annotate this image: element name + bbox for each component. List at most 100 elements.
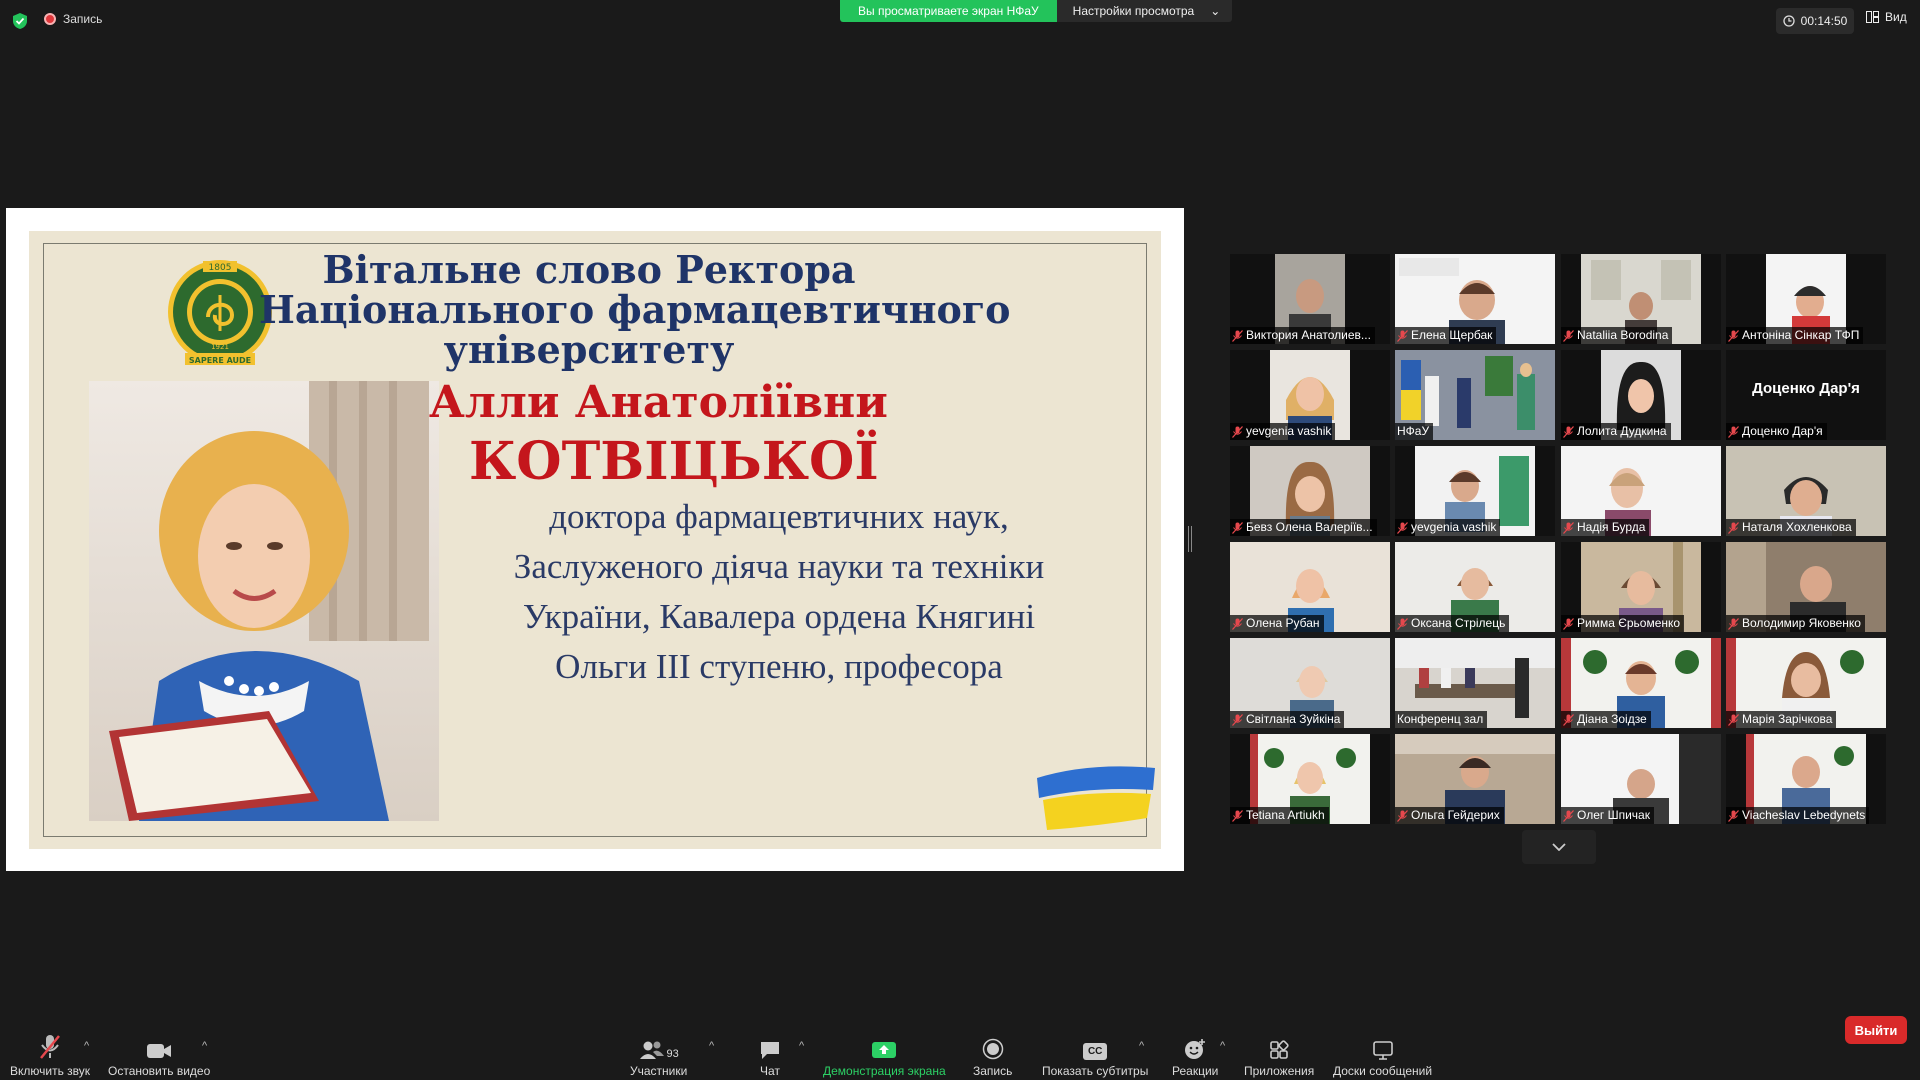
participant-tile-active-speaker[interactable]: НФаУ <box>1395 350 1555 440</box>
participant-name: Римма Єрьоменко <box>1577 616 1681 630</box>
apps-label: Приложения <box>1244 1064 1315 1078</box>
mic-muted-icon <box>1563 329 1574 342</box>
view-options-dropdown[interactable]: Настройки просмотра ⌄ <box>1056 0 1233 22</box>
participant-name: Viacheslav Lebedynets <box>1742 808 1866 822</box>
apps-icon <box>1270 1040 1289 1059</box>
participant-tile[interactable]: Конференц зал <box>1395 638 1555 728</box>
mic-muted-icon <box>1728 425 1739 438</box>
view-options-label: Настройки просмотра <box>1072 4 1195 18</box>
video-options-caret-icon[interactable]: ^ <box>202 1040 207 1052</box>
participant-name-tag: Конференц зал <box>1395 711 1488 728</box>
recording-label: Запись <box>63 12 103 26</box>
mic-muted-icon <box>1728 521 1739 534</box>
participant-tile[interactable]: Лолита Дудкина <box>1561 350 1721 440</box>
mic-muted-icon <box>1563 809 1574 822</box>
clock-icon <box>1782 15 1795 27</box>
slide-desc-line-4: Ольги ІІІ ступеню, професора <box>555 647 1003 686</box>
record-label: Запись <box>973 1064 1013 1078</box>
meeting-timer[interactable]: 00:14:50 <box>1776 8 1854 34</box>
mic-muted-icon <box>1397 329 1408 342</box>
shield-icon[interactable] <box>12 12 28 30</box>
gallery-next-page-button[interactable] <box>1522 830 1596 864</box>
participant-tile[interactable]: Виктория Анатолиев... <box>1230 254 1390 344</box>
participant-name-tag: Марія Зарічкова <box>1726 711 1837 728</box>
slide-title-line-3: університету <box>443 327 735 372</box>
stop-video-button[interactable]: Остановить видео <box>108 1032 210 1078</box>
participant-tile[interactable]: Бевз Олена Валеріїв... <box>1230 446 1390 536</box>
participant-tile[interactable]: yevgenia vashik <box>1395 446 1555 536</box>
participant-tile[interactable]: Tetiana Artiukh <box>1230 734 1390 824</box>
record-dot-icon <box>44 13 56 25</box>
recording-indicator[interactable]: Запись <box>44 12 102 26</box>
participant-name-tag: Nataliia Borodina <box>1561 327 1673 344</box>
mic-muted-icon <box>1563 617 1574 630</box>
participant-tile[interactable]: Володимир Яковенко <box>1726 542 1886 632</box>
captions-options-caret-icon[interactable]: ^ <box>1139 1040 1144 1052</box>
welcome-slide: 1805 SAPERE AUDE 1921 Вітальне слово Рек… <box>29 231 1161 849</box>
participant-name-tag: Антоніна Сінкар ТФП <box>1726 327 1864 344</box>
reactions-options-caret-icon[interactable]: ^ <box>1220 1040 1225 1052</box>
participant-tile-no-video[interactable]: Доценко Дар'я Доценко Дар'я <box>1726 350 1886 440</box>
participant-name: Бевз Олена Валеріїв... <box>1246 520 1373 534</box>
share-screen-button[interactable]: Демонстрация экрана <box>823 1032 946 1078</box>
participants-button[interactable]: 93 Участники <box>630 1032 687 1078</box>
participant-tile[interactable]: Марія Зарічкова <box>1726 638 1886 728</box>
participant-name-tag: Доценко Дар'я <box>1726 423 1827 440</box>
participant-tile[interactable]: yevgenia vashik <box>1230 350 1390 440</box>
participants-options-caret-icon[interactable]: ^ <box>709 1040 714 1052</box>
mic-muted-icon <box>1728 329 1739 342</box>
participant-name-tag: Діана Зоідзе <box>1561 711 1651 728</box>
participant-name-tag: Оксана Стрілець <box>1395 615 1510 632</box>
rector-surname: КОТВІЦЬКОЇ <box>469 431 879 492</box>
resize-handle[interactable] <box>1188 526 1192 552</box>
view-button[interactable]: Вид <box>1866 10 1907 24</box>
participant-name-tag: НФаУ <box>1395 423 1434 440</box>
participant-tile[interactable]: Надія Бурда <box>1561 446 1721 536</box>
participant-name: Оксана Стрілець <box>1411 616 1506 630</box>
participant-tile[interactable]: Елена Щербак <box>1395 254 1555 344</box>
leave-meeting-button[interactable]: Выйти <box>1845 1016 1907 1044</box>
screen-share-banner: Вы просматриваете экран НФаУ Настройки п… <box>840 0 1233 22</box>
participant-tile[interactable]: Ольга Гейдерих <box>1395 734 1555 824</box>
participant-name: Конференц зал <box>1397 712 1484 726</box>
participant-tile[interactable]: Олег Шпичак <box>1561 734 1721 824</box>
participants-icon <box>639 1041 664 1059</box>
participant-name-tag: Бевз Олена Валеріїв... <box>1230 519 1377 536</box>
participant-tile[interactable]: Viacheslav Lebedynets <box>1726 734 1886 824</box>
chat-options-caret-icon[interactable]: ^ <box>799 1040 804 1052</box>
record-icon <box>982 1038 1003 1060</box>
rector-portrait-image <box>89 381 439 821</box>
participant-tile[interactable]: Діана Зоідзе <box>1561 638 1721 728</box>
share-screen-icon <box>872 1042 897 1058</box>
participant-name-tag: Ольга Гейдерих <box>1395 807 1504 824</box>
apps-button[interactable]: Приложения <box>1244 1032 1314 1078</box>
record-button[interactable]: Запись <box>973 1032 1012 1078</box>
participant-name-tag: Римма Єрьоменко <box>1561 615 1685 632</box>
chat-label: Чат <box>760 1064 780 1078</box>
audio-options-caret-icon[interactable]: ^ <box>84 1040 89 1052</box>
participant-name: Наталя Хохленкова <box>1742 520 1852 534</box>
participant-name: Лолита Дудкина <box>1577 424 1667 438</box>
participant-tile[interactable]: Олена Рубан <box>1230 542 1390 632</box>
whiteboards-button[interactable]: Доски сообщений <box>1333 1032 1432 1078</box>
participant-name: Tetiana Artiukh <box>1246 808 1325 822</box>
reactions-label: Реакции <box>1172 1064 1219 1078</box>
captions-label: Показать субтитры <box>1042 1064 1149 1078</box>
participant-tile[interactable]: Римма Єрьоменко <box>1561 542 1721 632</box>
mic-muted-icon <box>1563 521 1574 534</box>
captions-button[interactable]: CC Показать субтитры <box>1042 1032 1148 1078</box>
slide-title-line-1: Вітальне слово Ректора <box>322 247 856 292</box>
unmute-button[interactable]: Включить звук <box>10 1032 90 1078</box>
participant-name: Олена Рубан <box>1246 616 1320 630</box>
participant-tile[interactable]: Оксана Стрілець <box>1395 542 1555 632</box>
participant-tile[interactable]: Антоніна Сінкар ТФП <box>1726 254 1886 344</box>
participant-tile[interactable]: Наталя Хохленкова <box>1726 446 1886 536</box>
chat-button[interactable]: Чат <box>759 1032 781 1078</box>
participant-name: Надія Бурда <box>1577 520 1646 534</box>
rector-first-name: Алли Анатоліївни <box>429 377 888 428</box>
whiteboard-icon <box>1372 1041 1393 1060</box>
mic-muted-icon <box>1232 521 1243 534</box>
reactions-button[interactable]: Реакции <box>1172 1032 1218 1078</box>
participant-tile[interactable]: Світлана Зуйкіна <box>1230 638 1390 728</box>
participant-tile[interactable]: Nataliia Borodina <box>1561 254 1721 344</box>
